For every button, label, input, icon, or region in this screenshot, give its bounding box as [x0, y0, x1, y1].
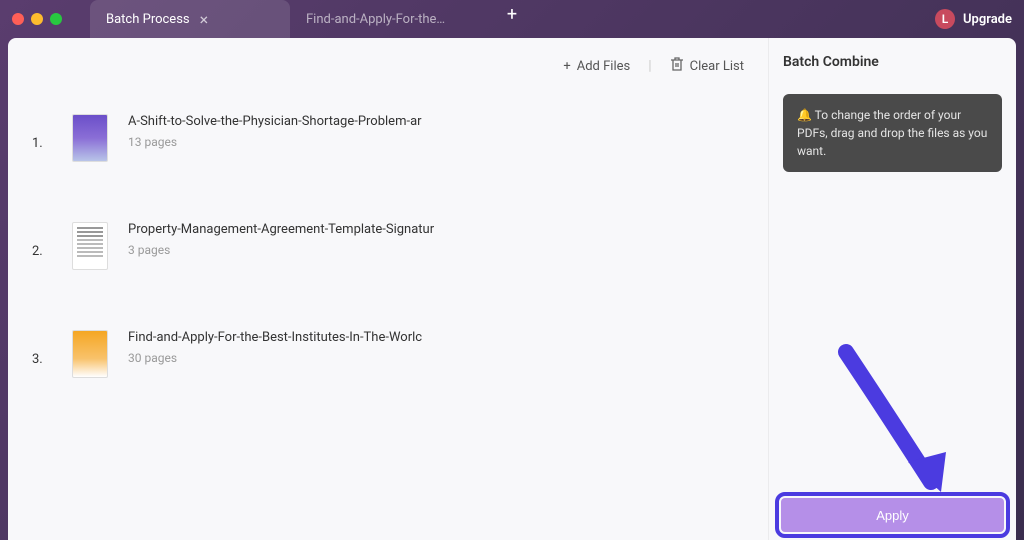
left-panel: + Add Files | Clear List 1. A-Shift-to-S… [8, 38, 768, 540]
file-info: A-Shift-to-Solve-the-Physician-Shortage-… [128, 114, 422, 149]
minimize-window-button[interactable] [31, 13, 43, 25]
file-name: Find-and-Apply-For-the-Best-Institutes-I… [128, 330, 422, 345]
toolbar-divider: | [648, 58, 651, 74]
apply-button[interactable]: Apply [781, 498, 1004, 532]
maximize-window-button[interactable] [50, 13, 62, 25]
list-item[interactable]: 2. Property-Management-Agreement-Templat… [32, 222, 744, 270]
file-info: Property-Management-Agreement-Template-S… [128, 222, 434, 257]
right-panel: Batch Combine 🔔 To change the order of y… [768, 38, 1016, 540]
add-files-label: Add Files [577, 59, 630, 74]
titlebar: Batch Process × Find-and-Apply-For-the-B… [0, 0, 1024, 38]
plus-icon: + [563, 59, 570, 74]
tab-label: Find-and-Apply-For-the-B [306, 12, 446, 27]
new-tab-button[interactable]: + [498, 0, 526, 28]
tab-label: Batch Process [106, 12, 190, 27]
panel-title: Batch Combine [783, 54, 1002, 70]
arrow-annotation-icon [826, 342, 966, 502]
file-pages: 13 pages [128, 135, 422, 149]
trash-icon [670, 56, 684, 76]
clear-list-label: Clear List [690, 59, 744, 74]
file-thumbnail [72, 114, 108, 162]
window-controls [12, 13, 62, 25]
toolbar: + Add Files | Clear List [8, 38, 768, 94]
list-item[interactable]: 1. A-Shift-to-Solve-the-Physician-Shorta… [32, 114, 744, 162]
file-pages: 30 pages [128, 351, 422, 365]
file-pages: 3 pages [128, 243, 434, 257]
file-name: A-Shift-to-Solve-the-Physician-Shortage-… [128, 114, 422, 129]
tab-bar: Batch Process × Find-and-Apply-For-the-B… [90, 0, 526, 38]
file-thumbnail [72, 222, 108, 270]
close-window-button[interactable] [12, 13, 24, 25]
upgrade-button[interactable]: L Upgrade [935, 9, 1012, 29]
upgrade-label: Upgrade [963, 12, 1012, 27]
tab-batch-process[interactable]: Batch Process × [90, 0, 290, 38]
file-list: 1. A-Shift-to-Solve-the-Physician-Shorta… [8, 94, 768, 458]
close-icon[interactable]: × [200, 10, 209, 29]
avatar: L [935, 9, 955, 29]
add-files-button[interactable]: + Add Files [563, 59, 630, 74]
file-name: Property-Management-Agreement-Template-S… [128, 222, 434, 237]
file-index: 3. [32, 330, 52, 367]
list-item[interactable]: 3. Find-and-Apply-For-the-Best-Institute… [32, 330, 744, 378]
hint-box: 🔔 To change the order of your PDFs, drag… [783, 94, 1002, 172]
clear-list-button[interactable]: Clear List [670, 56, 744, 76]
file-index: 1. [32, 114, 52, 151]
main-window: + Add Files | Clear List 1. A-Shift-to-S… [8, 38, 1016, 540]
file-info: Find-and-Apply-For-the-Best-Institutes-I… [128, 330, 422, 365]
file-index: 2. [32, 222, 52, 259]
tab-document[interactable]: Find-and-Apply-For-the-B [290, 0, 490, 38]
file-thumbnail [72, 330, 108, 378]
